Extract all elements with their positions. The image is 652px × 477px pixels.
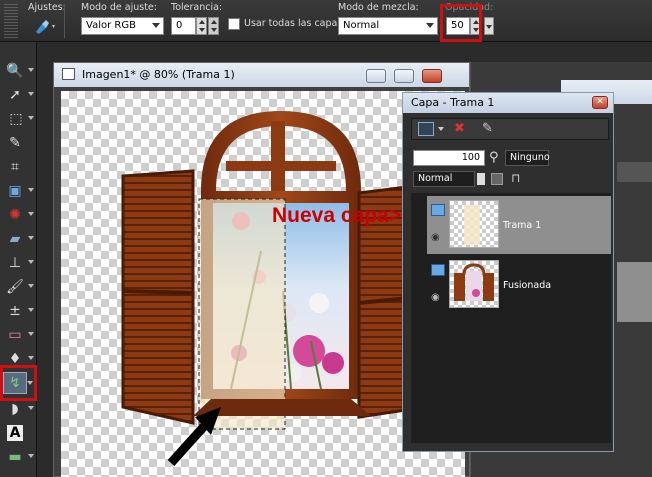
image-window-titlebar[interactable]: Imagen1* @ 80% (Trama 1) xyxy=(54,63,469,87)
chevron-down-icon xyxy=(426,23,434,28)
tool-options-bar: Ajustes: Modo de ajuste: Valor RGB Toler… xyxy=(0,0,652,42)
stamp-icon: ⊥ xyxy=(8,255,22,271)
image-window-title: Imagen1* @ 80% (Trama 1) xyxy=(82,68,235,81)
delete-layer-icon[interactable]: ✖ xyxy=(454,121,465,136)
layer-blend-select[interactable]: Normal xyxy=(413,171,475,187)
highlight-tool-box xyxy=(0,365,37,401)
ajustes-label: Ajustes: xyxy=(28,2,66,13)
close-button[interactable]: ✕ xyxy=(592,96,608,109)
tolerancia-slider-button[interactable] xyxy=(208,17,219,35)
eye-icon[interactable]: ◉ xyxy=(431,292,440,303)
marquee-icon: ⬚ xyxy=(9,111,22,127)
dropper-tool[interactable]: ✎ xyxy=(3,132,27,154)
red-eye-icon: ✺ xyxy=(9,207,21,223)
layer-thumbnail xyxy=(449,200,499,248)
layer-type-icon xyxy=(431,264,445,276)
maximize-button[interactable] xyxy=(394,69,414,83)
trama-selection-fill xyxy=(199,199,285,429)
toolbar-grip[interactable] xyxy=(4,4,18,38)
plus-minus-icon: ± xyxy=(9,303,21,319)
layers-palette-title: Capa - Trama 1 xyxy=(411,96,495,109)
clone-tool[interactable]: ⊥ xyxy=(3,252,34,274)
move-tool[interactable]: ▣ xyxy=(3,180,34,202)
tube-icon: ◗ xyxy=(11,401,19,417)
selection-tool[interactable]: ⬚ xyxy=(3,108,34,130)
merged-thumbnail-image xyxy=(454,263,494,301)
background-panel-block xyxy=(617,262,652,322)
eraser-icon: ▭ xyxy=(8,327,22,343)
lock-icon[interactable]: ⊓ xyxy=(511,171,520,185)
pointer-icon: ➚ xyxy=(9,87,21,103)
layer-opacity-value: 100 xyxy=(461,152,480,163)
modo-ajuste-value: Valor RGB xyxy=(86,20,136,31)
text-icon: A xyxy=(6,425,24,441)
opacidad-dropdown[interactable] xyxy=(484,17,494,35)
usar-todas-label: Usar todas las capas xyxy=(244,18,343,29)
picture-tube-tool[interactable]: ◗ xyxy=(3,398,34,420)
annotation-nueva-capa: Nueva capa> xyxy=(272,204,401,227)
highlight-opacity-box xyxy=(440,4,482,42)
layer-type-icon xyxy=(431,204,445,216)
pick-tool[interactable]: ➚ xyxy=(3,84,34,106)
tools-palette: 🔍 ➚ ⬚ ✎ ⌗ ▣ ✺ ▰ ⊥ 🖌 ± ▭ ♦ ↯ ◗ A ▬ xyxy=(0,42,37,477)
eye-icon[interactable]: ◉ xyxy=(431,232,440,243)
red-eye-tool[interactable]: ✺ xyxy=(3,204,34,226)
zoom-tool[interactable]: 🔍 xyxy=(3,60,34,82)
rectangle-icon: ▬ xyxy=(8,449,22,465)
modo-mezcla-select[interactable]: Normal xyxy=(338,17,438,35)
eyedropper-icon: ✎ xyxy=(9,135,21,151)
tolerancia-label: Tolerancia: xyxy=(171,2,223,13)
tolerancia-stepper[interactable] xyxy=(196,17,207,35)
layer-thumbnail xyxy=(449,260,499,308)
crop-tool[interactable]: ⌗ xyxy=(3,156,27,178)
tolerancia-value: 0 xyxy=(176,20,183,31)
dropper-icon xyxy=(36,20,55,34)
magnifier-icon: 🔍 xyxy=(6,63,24,79)
preset-dropdown[interactable] xyxy=(30,16,58,36)
layers-palette: Capa - Trama 1 ✕ ✖ ✎ 100 ⚲ Ninguno Norma… xyxy=(402,92,614,452)
blend-dropdown-arrow[interactable] xyxy=(477,173,485,185)
chevron-down-icon xyxy=(152,23,160,28)
eraser-tool[interactable]: ▭ xyxy=(3,324,34,346)
background-panel-strip xyxy=(617,162,652,182)
minimize-button[interactable] xyxy=(366,69,386,83)
modo-mezcla-value: Normal xyxy=(343,20,380,31)
usar-todas-checkbox[interactable] xyxy=(228,18,240,30)
layer-row-fusionada[interactable]: ◉ Fusionada xyxy=(427,256,611,314)
new-layer-icon[interactable] xyxy=(418,122,434,136)
lock-transparency-icon[interactable] xyxy=(491,173,503,185)
edit-selection-icon[interactable]: ✎ xyxy=(482,121,493,136)
layer-row-trama-1[interactable]: ◉ Trama 1 xyxy=(427,196,611,254)
image-icon: ▣ xyxy=(8,183,22,199)
link-icon[interactable]: ⚲ xyxy=(489,150,499,165)
layer-opacity-slider[interactable]: 100 xyxy=(413,150,485,166)
mask-field[interactable]: Ninguno xyxy=(505,150,550,166)
bandage-icon: ▰ xyxy=(9,231,21,247)
modo-mezcla-label: Modo de mezcla: xyxy=(338,2,419,13)
lighten-tool[interactable]: ± xyxy=(3,300,34,322)
close-button[interactable] xyxy=(422,69,442,83)
chevron-down-icon[interactable] xyxy=(438,127,444,131)
layer-name: Fusionada xyxy=(503,280,552,291)
modo-ajuste-label: Modo de ajuste: xyxy=(81,2,157,13)
tolerancia-input[interactable]: 0 xyxy=(171,17,196,35)
makeover-tool[interactable]: ▰ xyxy=(3,228,34,250)
document-icon xyxy=(62,68,75,80)
layers-palette-titlebar[interactable]: Capa - Trama 1 ✕ xyxy=(403,93,613,113)
mask-value: Ninguno xyxy=(510,152,550,163)
chevron-down-icon xyxy=(486,25,492,29)
separator xyxy=(64,4,65,38)
brush-icon: 🖌 xyxy=(6,279,24,295)
layer-blend-value: Normal xyxy=(418,173,453,184)
crop-icon: ⌗ xyxy=(11,159,19,175)
shape-tool[interactable]: ▬ xyxy=(3,446,34,468)
paint-brush-tool[interactable]: 🖌 xyxy=(3,276,34,298)
text-tool[interactable]: A xyxy=(3,422,27,444)
modo-ajuste-select[interactable]: Valor RGB xyxy=(81,17,164,35)
layer-name: Trama 1 xyxy=(503,220,542,231)
layers-toolbar: ✖ ✎ xyxy=(411,118,609,140)
